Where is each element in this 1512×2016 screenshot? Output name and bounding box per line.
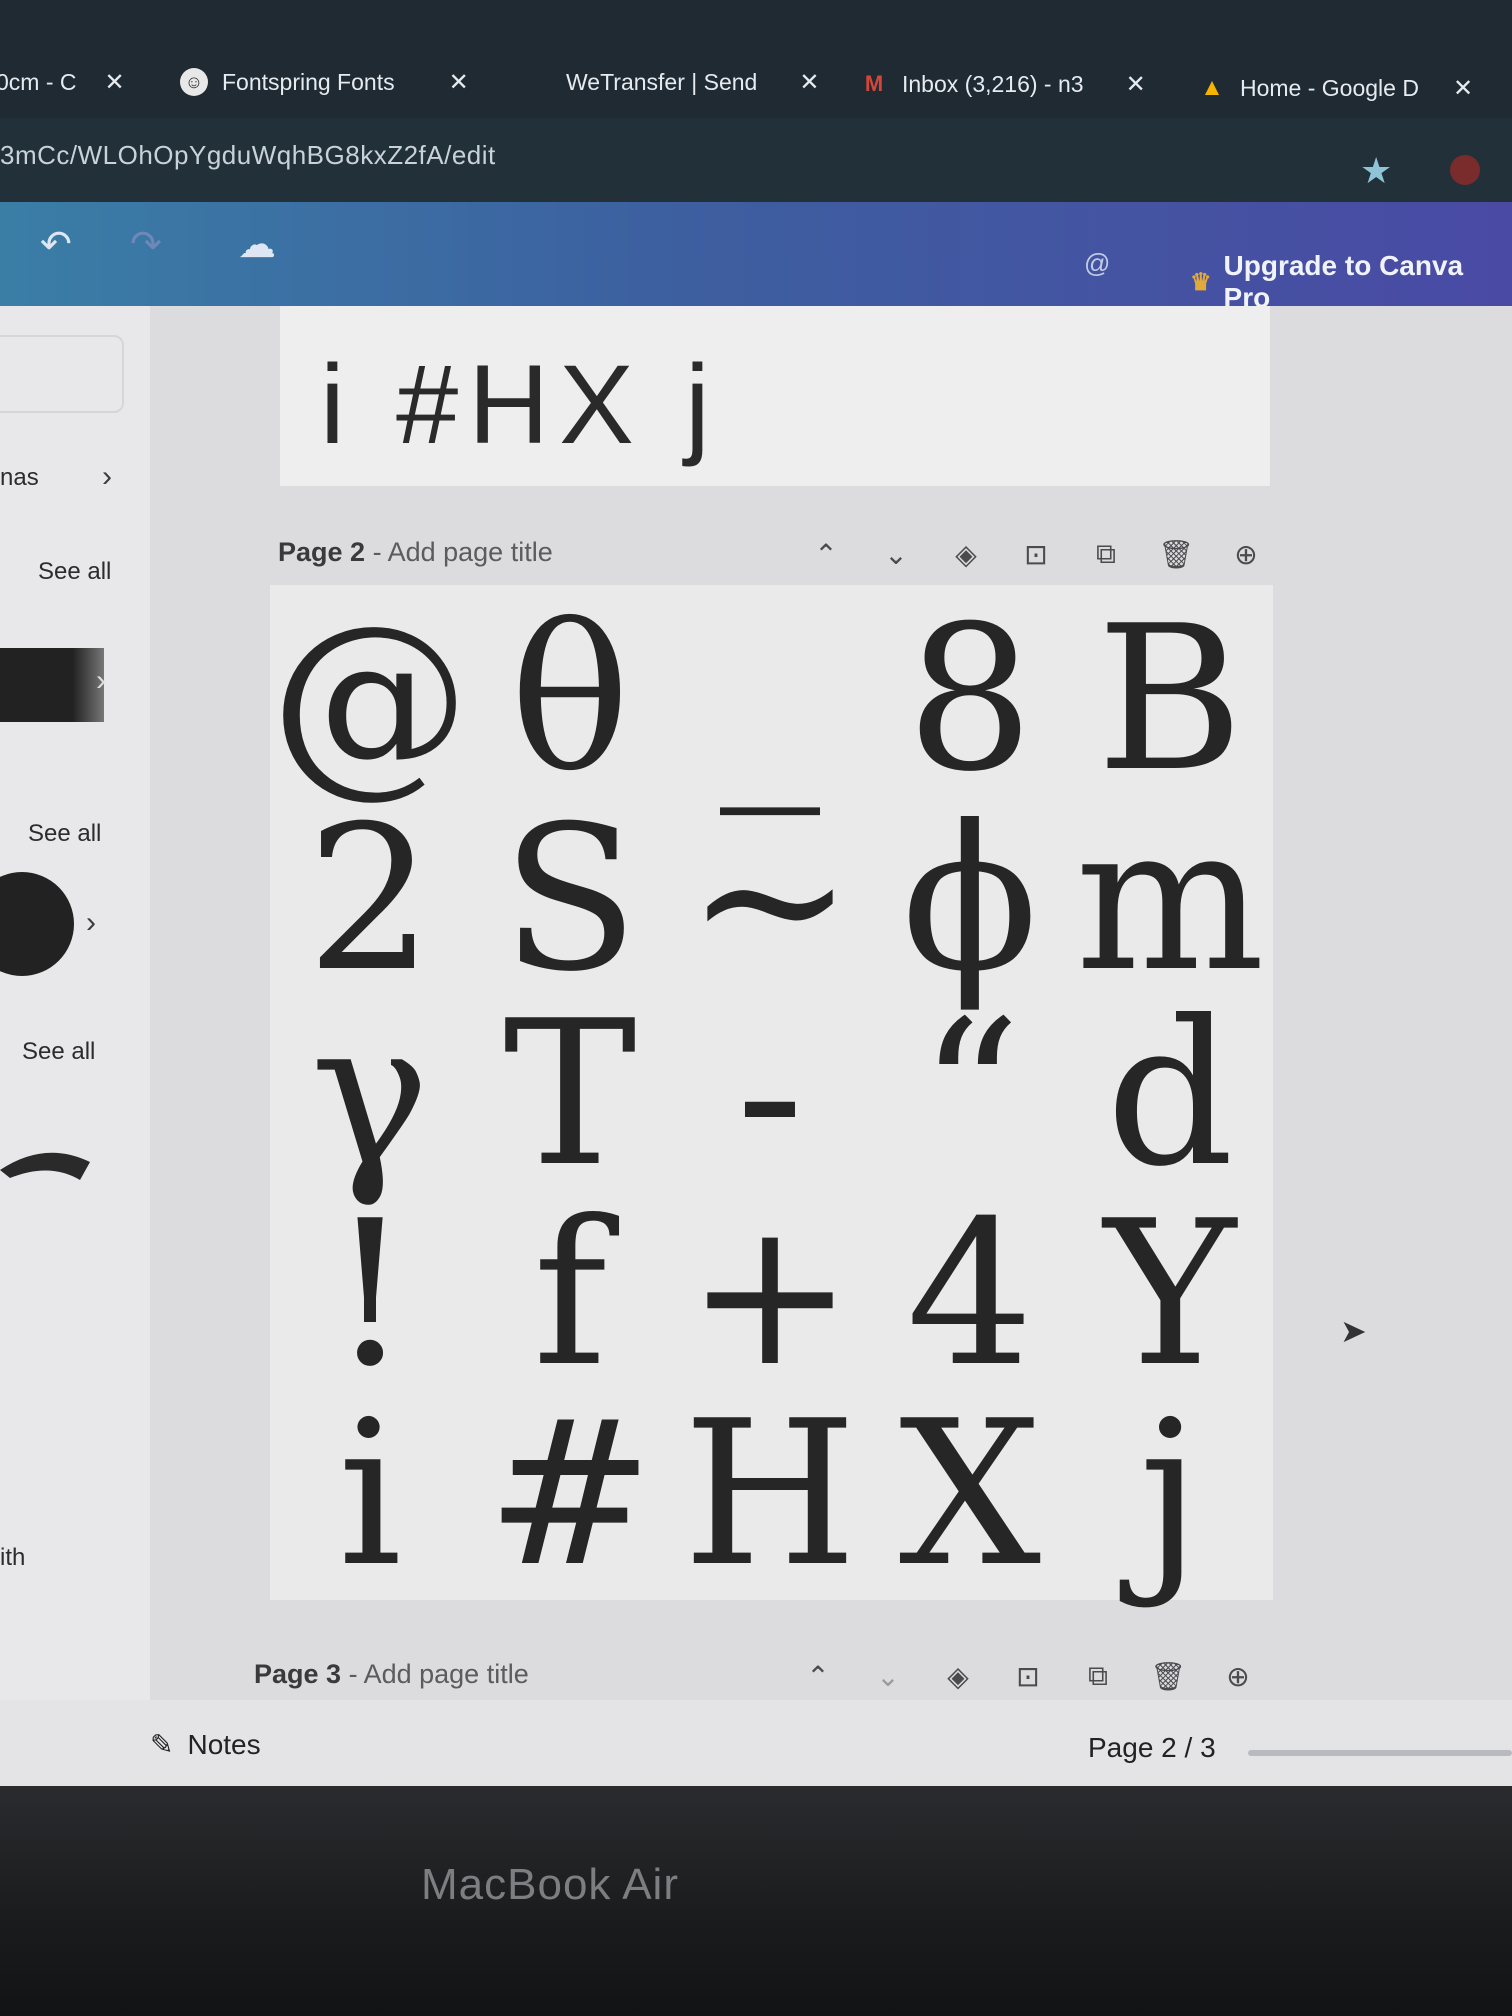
browser-tab[interactable]: 0cm - C ✕	[0, 58, 125, 106]
page-3-actions: ⌃ ⌄ ◈ ⊡ ⧉ 🗑 ⊕	[800, 1660, 1256, 1693]
duplicate-icon[interactable]: ⧉	[1080, 1660, 1116, 1693]
cloud-save-icon[interactable]: ☁	[238, 222, 276, 267]
gmail-icon: M	[864, 71, 884, 96]
see-all-link[interactable]: See all	[28, 820, 101, 848]
chevron-right-icon[interactable]: ›	[102, 460, 112, 494]
tab-label: Home - Google D	[1240, 74, 1419, 101]
lock-icon[interactable]: ⊡	[1018, 538, 1054, 571]
glyph-cell[interactable]: !	[270, 1195, 470, 1395]
tab-label: 0cm - C	[0, 68, 77, 95]
glyph-grid: @ θ _ 8 B 2 S ~ ϕ m γ T - “d! f +4 Yi # H Xj	[270, 585, 1273, 1600]
glyph-cell[interactable]: @	[270, 600, 470, 800]
close-icon[interactable]: ✕	[105, 68, 125, 97]
browser-tab-wetransfer[interactable]: WeTransfer | Send ✕	[566, 58, 819, 106]
chevron-up-icon[interactable]: ⌃	[800, 1660, 836, 1693]
page-title-placeholder[interactable]: - Add page title	[349, 1659, 529, 1690]
glyph-cell[interactable]: X	[870, 1395, 1070, 1595]
close-icon[interactable]: ✕	[799, 68, 819, 97]
close-icon[interactable]: ✕	[1453, 74, 1473, 103]
page-label: Page 2	[278, 536, 366, 567]
see-all-link[interactable]: See all	[22, 1038, 95, 1066]
page-counter[interactable]: Page 2 / 3	[1088, 1732, 1216, 1764]
add-page-icon[interactable]: ⊕	[1228, 538, 1264, 571]
browser-tab-fontspring[interactable]: ☺ Fontspring Fonts ✕	[180, 58, 469, 106]
notes-label: Notes	[187, 1728, 261, 1760]
trash-icon[interactable]: 🗑	[1150, 1660, 1186, 1693]
notes-icon: ✎	[150, 1729, 174, 1760]
page-label: Page 3	[254, 1658, 342, 1689]
address-url[interactable]: 3mCc/WLOhOpYgduWqhBG8kxZ2fA/edit	[0, 140, 496, 171]
glyph-cell[interactable]: ~	[670, 800, 870, 1000]
tab-label: Inbox (3,216) - n3	[902, 70, 1084, 97]
upgrade-label: Upgrade to Canva Pro	[1223, 250, 1464, 313]
hide-page-icon[interactable]: ◈	[940, 1660, 976, 1693]
glyph-cell[interactable]: θ	[470, 600, 670, 800]
redo-icon[interactable]: ↷	[130, 222, 162, 267]
page-1-glyph-line: i #HX j	[320, 342, 720, 467]
page-2-actions: ⌃ ⌄ ◈ ⊡ ⧉ 🗑 ⊕	[808, 538, 1264, 571]
tab-label: WeTransfer | Send	[566, 68, 758, 95]
mention-icon[interactable]: @	[1084, 248, 1110, 279]
drive-icon: ▲	[1200, 74, 1224, 101]
glyph-cell[interactable]: “	[870, 995, 1070, 1195]
glyph-cell[interactable]: 4	[870, 1195, 1070, 1395]
glyph-cell[interactable]: H	[670, 1395, 870, 1595]
see-all-link[interactable]: See all	[38, 558, 111, 586]
page-title-placeholder[interactable]: - Add page title	[373, 537, 553, 568]
glyph-cell[interactable]: d	[1070, 995, 1270, 1195]
glyph-cell[interactable]: f	[470, 1195, 670, 1395]
fontspring-icon: ☺	[180, 68, 208, 96]
glyph-cell[interactable]: ϕ	[870, 800, 1070, 1000]
glyph-cell[interactable]: 8	[870, 600, 1070, 800]
panel-section-label: ith	[0, 1544, 26, 1571]
page-3-header[interactable]: Page 3 - Add page title	[254, 1654, 529, 1694]
notes-button[interactable]: ✎ Notes	[150, 1728, 261, 1761]
glyph-cell[interactable]: m	[1070, 800, 1270, 1000]
mouse-cursor-icon: ➤	[1340, 1313, 1367, 1349]
crown-icon: ♛	[1190, 268, 1212, 296]
panel-search-box[interactable]	[0, 335, 124, 413]
extension-icon[interactable]	[1450, 155, 1480, 185]
bookmark-star-icon[interactable]: ★	[1360, 150, 1392, 192]
glyph-cell[interactable]: S	[470, 800, 670, 1000]
zoom-slider[interactable]	[1248, 1750, 1512, 1756]
close-icon[interactable]: ✕	[1126, 70, 1146, 99]
glyph-cell[interactable]: -	[670, 995, 870, 1195]
laptop-brand-label: MacBook Air	[421, 1860, 679, 1909]
panel-section-label: nas	[0, 464, 39, 491]
glyph-cell[interactable]: +	[670, 1195, 870, 1395]
glyph-cell[interactable]: 2	[270, 800, 470, 1000]
lock-icon[interactable]: ⊡	[1010, 1660, 1046, 1693]
glyph-cell[interactable]: Y	[1070, 1195, 1270, 1395]
glyph-cell[interactable]: i	[270, 1395, 470, 1595]
chevron-up-icon[interactable]: ⌃	[808, 538, 844, 571]
undo-icon[interactable]: ↶	[40, 222, 72, 267]
glyph-cell[interactable]: j	[1070, 1395, 1270, 1595]
chevron-right-icon[interactable]: ›	[96, 664, 106, 698]
glyph-cell[interactable]: T	[470, 995, 670, 1195]
upgrade-button[interactable]: ♛ Upgrade to Canva Pro	[1190, 250, 1512, 314]
page-2-header[interactable]: Page 2 - Add page title	[278, 532, 553, 572]
curved-arrow-thumbnail[interactable]	[0, 1140, 100, 1200]
glyph-cell[interactable]: #	[470, 1395, 670, 1595]
close-icon[interactable]: ✕	[449, 68, 469, 97]
add-page-icon[interactable]: ⊕	[1220, 1660, 1256, 1693]
element-thumbnail[interactable]	[0, 648, 104, 722]
browser-tab-drive[interactable]: ▲ Home - Google D ✕	[1198, 64, 1473, 112]
chevron-down-icon[interactable]: ⌄	[870, 1660, 906, 1693]
chevron-right-icon[interactable]: ›	[86, 906, 96, 940]
glyph-cell[interactable]: γ	[270, 995, 470, 1195]
duplicate-icon[interactable]: ⧉	[1088, 538, 1124, 571]
glyph-cell[interactable]: B	[1070, 600, 1270, 800]
tab-label: Fontspring Fonts	[222, 68, 395, 95]
chevron-down-icon[interactable]: ⌄	[878, 538, 914, 571]
glyph-cell[interactable]: _	[670, 600, 870, 800]
hide-page-icon[interactable]: ◈	[948, 538, 984, 571]
trash-icon[interactable]: 🗑	[1158, 538, 1194, 571]
browser-tab-gmail[interactable]: M Inbox (3,216) - n3 ✕	[860, 60, 1146, 108]
